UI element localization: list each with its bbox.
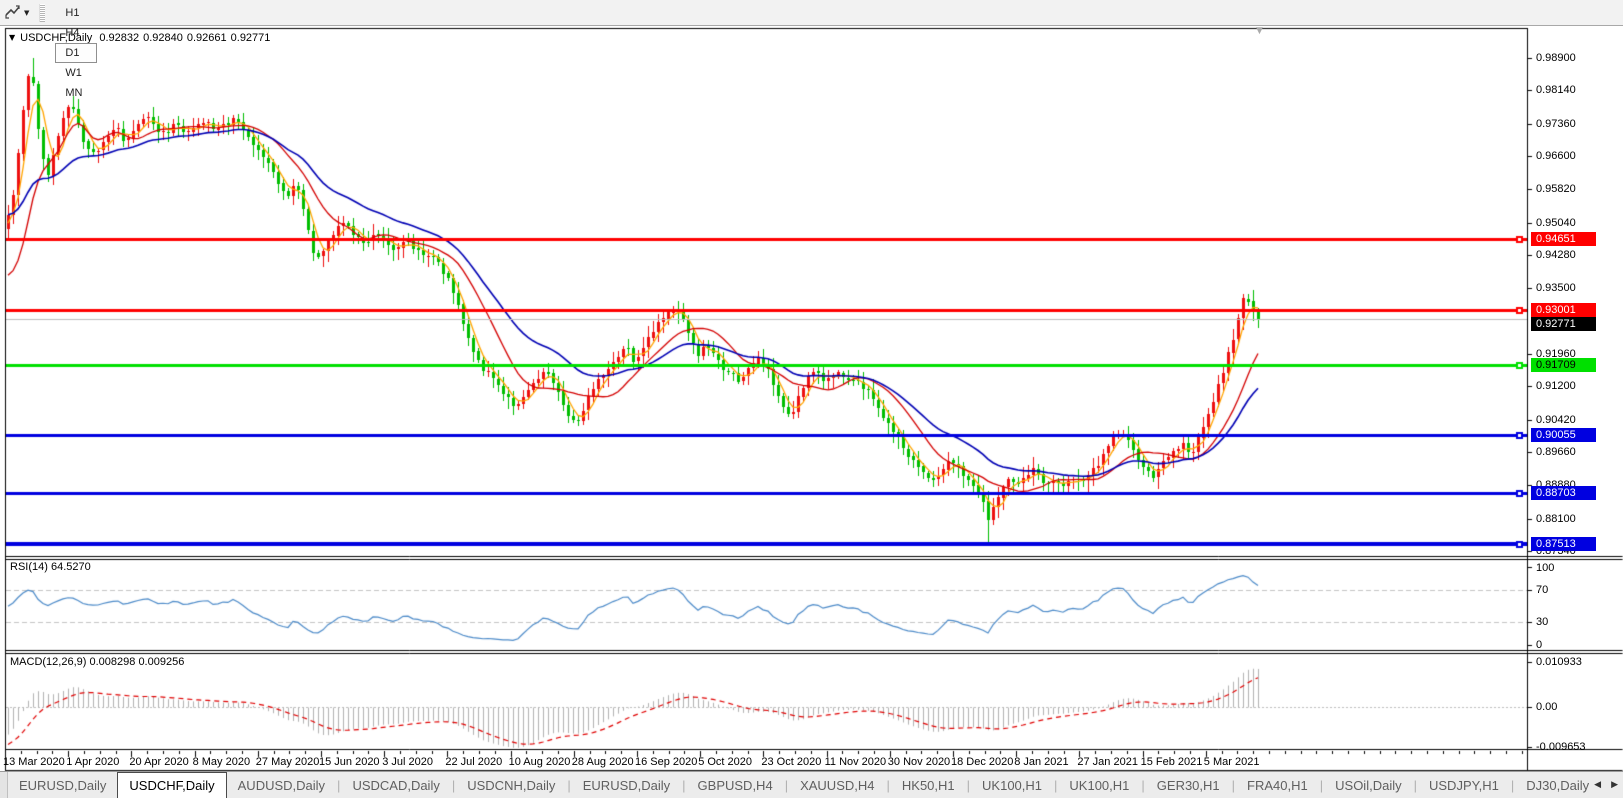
tab-scroll-right-icon[interactable]: ▶: [1606, 772, 1623, 798]
chart-tab-hk50-h1[interactable]: HK50,H1: [891, 772, 966, 798]
chart-tab-xauusd-h4[interactable]: XAUUSD,H4: [789, 772, 885, 798]
chart-tab-usoil-daily[interactable]: USOil,Daily: [1324, 772, 1412, 798]
timeframe-button-h1[interactable]: H1: [55, 3, 96, 23]
collapse-ohlc-icon[interactable]: ▼: [9, 33, 15, 42]
chevron-down-icon[interactable]: ▼: [24, 9, 29, 17]
timeframe-button-w1[interactable]: W1: [55, 63, 96, 83]
timeframe-button-mn[interactable]: MN: [55, 83, 96, 103]
chart-tab-gbpusd-h4[interactable]: GBPUSD,H4: [687, 772, 784, 798]
chart-tool-icon[interactable]: [2, 4, 22, 22]
timeframe-button-d1[interactable]: D1: [55, 42, 97, 63]
chart-canvas[interactable]: [0, 0, 1623, 797]
toolbar-grip-handle[interactable]: [39, 3, 46, 22]
chart-tab-eurusd-daily[interactable]: EURUSD,Daily: [8, 772, 117, 798]
chart-tool-glyph: [4, 5, 20, 19]
chart-tab-fra40-h1[interactable]: FRA40,H1: [1236, 772, 1319, 798]
timeframe-button-group: M1M5M15M30H1H4D1W1MN: [53, 0, 98, 103]
chart-tab-bar: EURUSD,Daily USDCHF,Daily AUDUSD,Daily | USD…: [0, 771, 1623, 798]
top-toolbar: ▼ M1M5M15M30H1H4D1W1MN: [0, 0, 1623, 99]
chart-tab-ger30-h1[interactable]: GER30,H1: [1146, 772, 1231, 798]
chart-tab-usdjpy-h1[interactable]: USDJPY,H1: [1418, 772, 1510, 798]
chart-tabs: EURUSD,Daily USDCHF,Daily AUDUSD,Daily | USD…: [8, 772, 1589, 798]
chart-tab-uk100-h1[interactable]: UK100,H1: [1058, 772, 1140, 798]
chart-tab-uk100-h1[interactable]: UK100,H1: [971, 772, 1053, 798]
chart-tab-eurusd-daily[interactable]: EURUSD,Daily: [572, 772, 681, 798]
chart-tab-audusd-daily[interactable]: AUDUSD,Daily: [227, 772, 336, 798]
timeframe-button-h4[interactable]: H4: [55, 23, 96, 43]
chart-tab-usdchf-daily[interactable]: USDCHF,Daily: [117, 772, 227, 798]
tab-sliver: [0, 772, 8, 798]
tab-scroll-left-icon[interactable]: ◀: [1589, 772, 1606, 798]
chart-tab-dj30-daily[interactable]: DJ30,Daily: [1515, 772, 1589, 798]
chart-tab-usdcnh-daily[interactable]: USDCNH,Daily: [456, 772, 566, 798]
chart-tab-usdcad-daily[interactable]: USDCAD,Daily: [341, 772, 450, 798]
